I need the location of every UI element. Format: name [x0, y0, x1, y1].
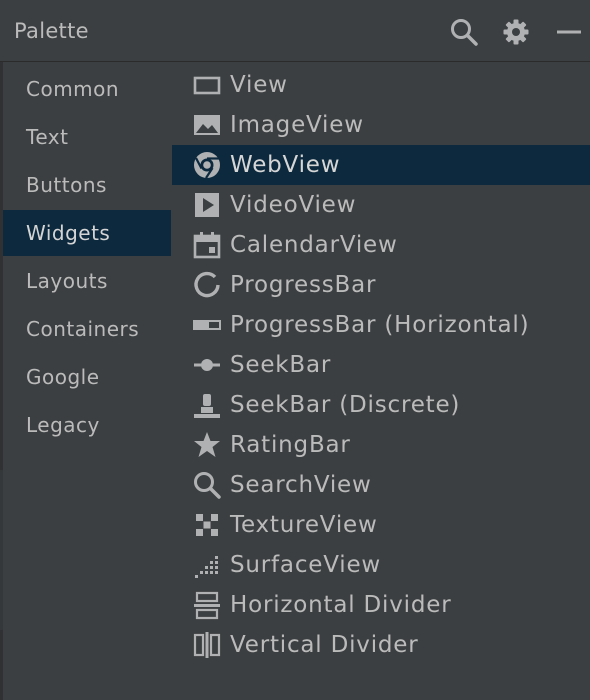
- palette-item-progressbar[interactable]: ProgressBar: [172, 265, 590, 305]
- texture-icon: [192, 510, 222, 540]
- view-icon: [192, 70, 222, 100]
- palette-item-view[interactable]: View: [172, 65, 590, 105]
- surface-icon: [192, 550, 222, 580]
- panel-edge-shade: [0, 470, 3, 630]
- palette-item-label: ProgressBar: [230, 272, 377, 298]
- seekbar-discrete-icon: [192, 390, 222, 420]
- palette-item-surfaceview[interactable]: SurfaceView: [172, 545, 590, 585]
- globe-icon: [192, 150, 222, 180]
- palette-item-label: ProgressBar (Horizontal): [230, 312, 530, 338]
- category-text[interactable]: Text: [3, 114, 171, 160]
- category-containers[interactable]: Containers: [3, 306, 171, 352]
- play-icon: [192, 190, 222, 220]
- palette-header: Palette: [0, 0, 590, 62]
- gear-icon[interactable]: [501, 17, 531, 47]
- palette-item-label: VideoView: [230, 192, 357, 218]
- palette-item-label: View: [230, 72, 288, 98]
- palette-item-textureview[interactable]: TextureView: [172, 505, 590, 545]
- palette-item-seekbar[interactable]: SeekBar: [172, 345, 590, 385]
- vertical-divider-icon: [192, 630, 222, 660]
- image-icon: [192, 110, 222, 140]
- palette-item-label: RatingBar: [230, 432, 351, 458]
- category-widgets[interactable]: Widgets: [3, 210, 171, 256]
- panel-title: Palette: [14, 19, 89, 43]
- palette-item-searchview[interactable]: SearchView: [172, 465, 590, 505]
- star-icon: [192, 430, 222, 460]
- category-layouts[interactable]: Layouts: [3, 258, 171, 304]
- palette-item-label: ImageView: [230, 112, 364, 138]
- widget-list: View ImageView WebView VideoView Calenda…: [172, 65, 590, 665]
- palette-item-label: WebView: [230, 152, 341, 178]
- palette-item-label: CalendarView: [230, 232, 398, 258]
- palette-item-horizontal-divider[interactable]: Horizontal Divider: [172, 585, 590, 625]
- search-icon: [192, 470, 222, 500]
- category-list: Common Text Buttons Widgets Layouts Cont…: [3, 66, 171, 450]
- palette-item-webview[interactable]: WebView: [172, 145, 590, 185]
- palette-item-label: SurfaceView: [230, 552, 382, 578]
- category-buttons[interactable]: Buttons: [3, 162, 171, 208]
- palette-item-ratingbar[interactable]: RatingBar: [172, 425, 590, 465]
- palette-item-progressbar-horizontal[interactable]: ProgressBar (Horizontal): [172, 305, 590, 345]
- category-legacy[interactable]: Legacy: [3, 402, 171, 448]
- palette-item-calendarview[interactable]: CalendarView: [172, 225, 590, 265]
- horizontal-divider-icon: [192, 590, 222, 620]
- calendar-icon: [192, 230, 222, 260]
- minimize-icon[interactable]: [555, 17, 585, 47]
- palette-item-videoview[interactable]: VideoView: [172, 185, 590, 225]
- palette-item-label: Horizontal Divider: [230, 592, 452, 618]
- palette-item-label: Vertical Divider: [230, 632, 419, 658]
- category-common[interactable]: Common: [3, 66, 171, 112]
- progress-circle-icon: [192, 270, 222, 300]
- palette-item-label: SeekBar: [230, 352, 332, 378]
- palette-item-label: SearchView: [230, 472, 372, 498]
- category-google[interactable]: Google: [3, 354, 171, 400]
- palette-item-imageview[interactable]: ImageView: [172, 105, 590, 145]
- palette-item-label: SeekBar (Discrete): [230, 392, 461, 418]
- palette-item-label: TextureView: [230, 512, 378, 538]
- palette-item-vertical-divider[interactable]: Vertical Divider: [172, 625, 590, 665]
- search-icon[interactable]: [449, 17, 479, 47]
- progress-horizontal-icon: [192, 310, 222, 340]
- palette-item-seekbar-discrete[interactable]: SeekBar (Discrete): [172, 385, 590, 425]
- seekbar-icon: [192, 350, 222, 380]
